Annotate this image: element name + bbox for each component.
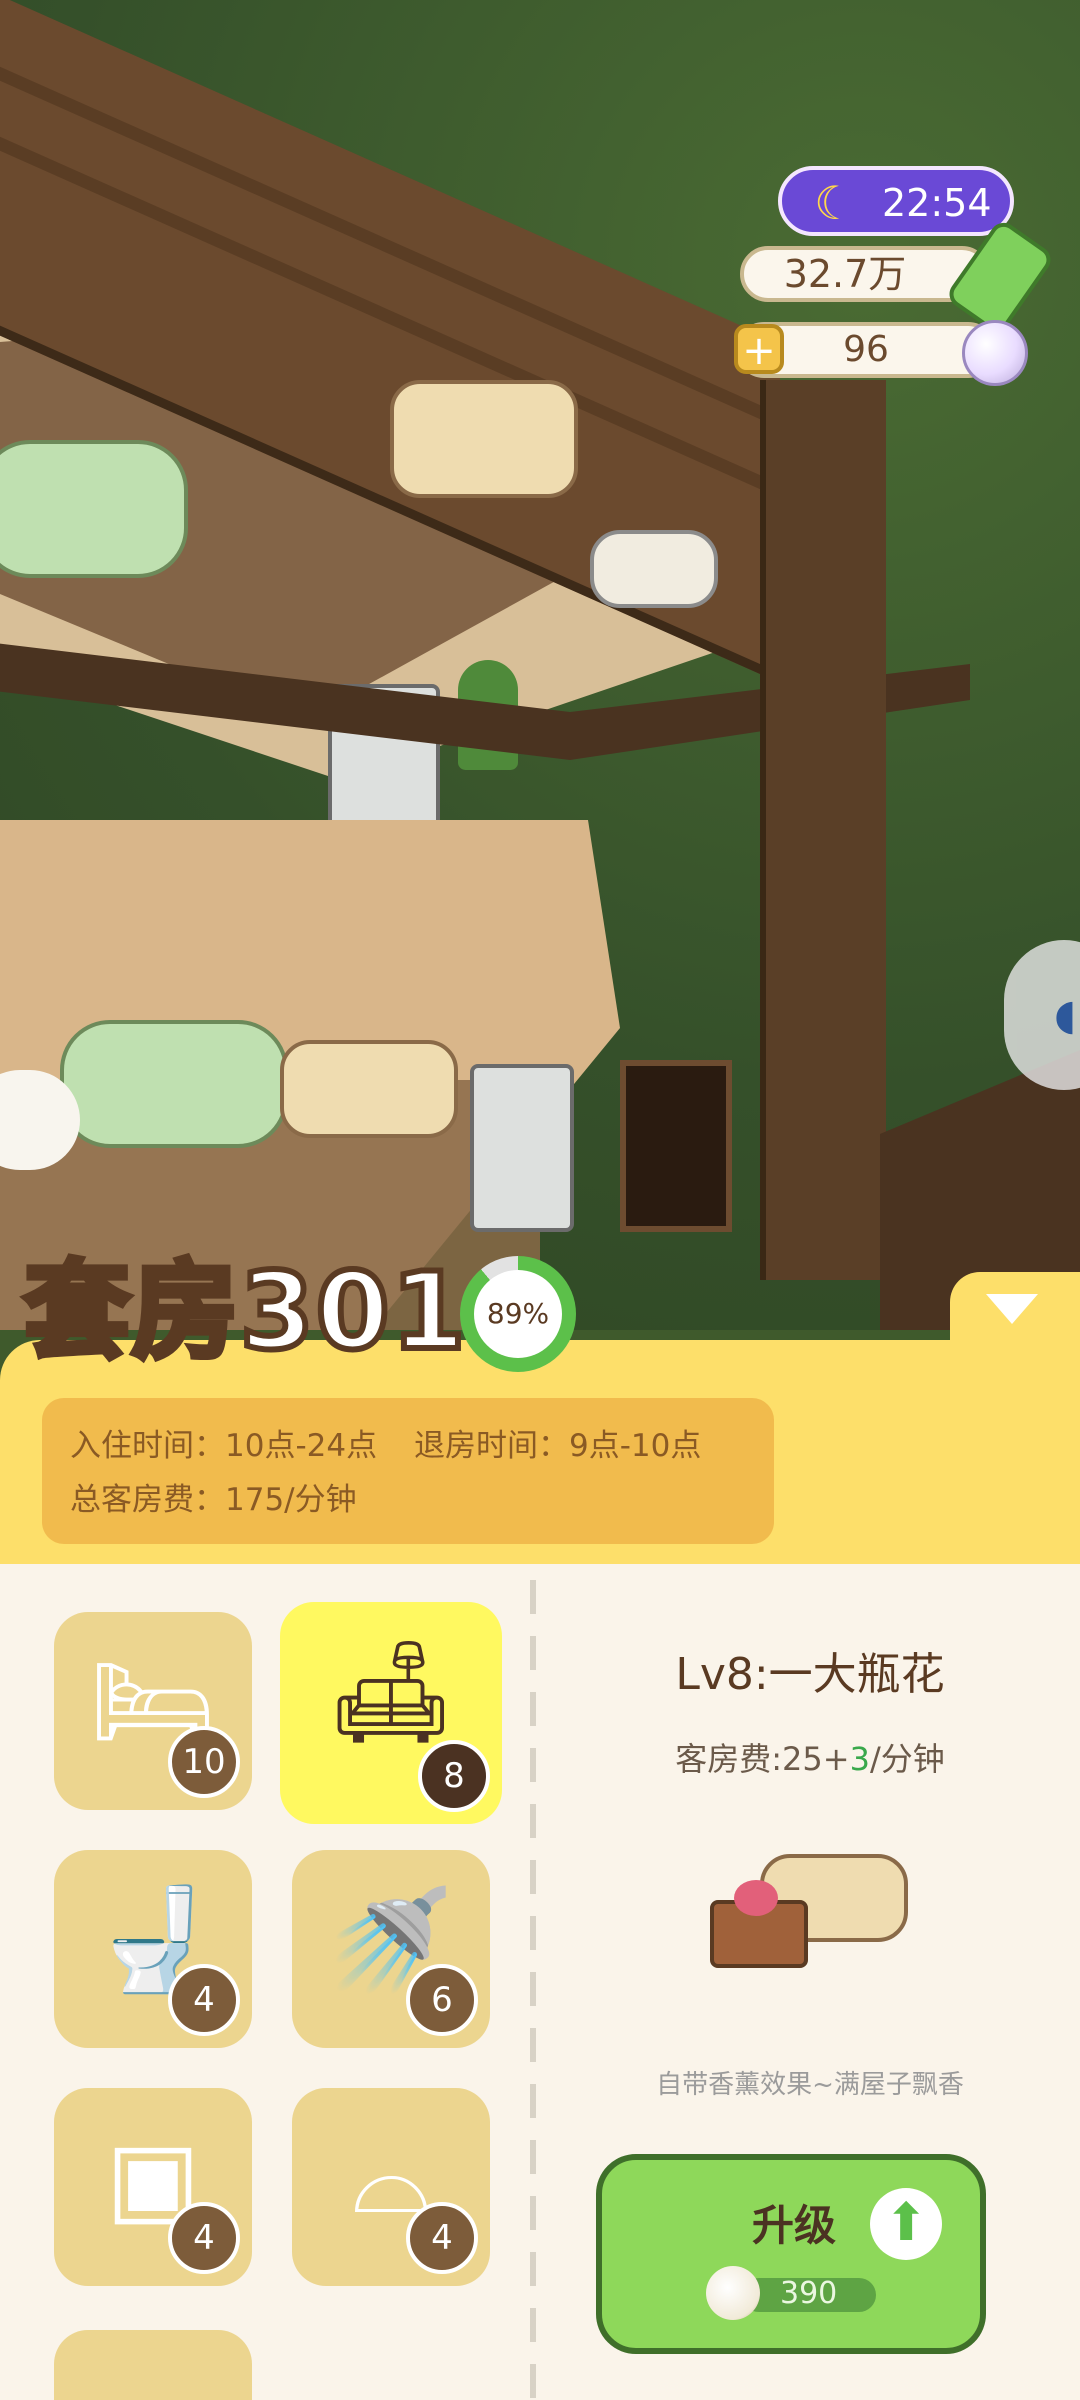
category-count: 4 bbox=[168, 1964, 240, 2036]
fee-prefix: 客房费:25+ bbox=[675, 1740, 850, 1778]
category-count: 8 bbox=[418, 1740, 490, 1812]
flower-vase-icon bbox=[734, 1880, 778, 1916]
game-time: 22:54 bbox=[882, 181, 992, 225]
doorway bbox=[620, 1060, 732, 1232]
checkout-time: 退房时间：9点-10点 bbox=[414, 1428, 702, 1464]
item-level-title: Lv8:一大瓶花 bbox=[675, 1649, 945, 1700]
fee-bonus: 3 bbox=[849, 1740, 870, 1778]
category-count: 10 bbox=[168, 1726, 240, 1798]
chevron-down-icon bbox=[986, 1294, 1038, 1324]
wooden-pillar bbox=[760, 380, 886, 1280]
moon-icon: ☾ bbox=[814, 176, 856, 230]
category-shower[interactable]: 🚿 6 bbox=[292, 1850, 490, 2048]
item-preview-image bbox=[700, 1850, 908, 1980]
add-pearls-button[interactable]: + bbox=[734, 324, 784, 374]
pearl-icon bbox=[962, 320, 1028, 386]
room-info-box: 入住时间：10点-24点 退房时间：9点-10点 总客房费：175/分钟 bbox=[42, 1398, 774, 1544]
occupancy-progress-ring: 89% bbox=[460, 1256, 576, 1372]
category-sink[interactable]: ⌓ 4 bbox=[292, 2088, 490, 2286]
disc-icon: ◖ bbox=[1054, 990, 1077, 1039]
sofa-lower[interactable] bbox=[280, 1040, 458, 1138]
category-count: 4 bbox=[168, 2202, 240, 2274]
panel-divider bbox=[530, 1580, 536, 2400]
pearl-value: 96 bbox=[843, 329, 889, 370]
category-count: 4 bbox=[406, 2202, 478, 2274]
fee-suffix: /分钟 bbox=[869, 1740, 945, 1778]
checkin-time: 入住时间：10点-24点 bbox=[70, 1428, 378, 1464]
bed-upper[interactable] bbox=[0, 440, 188, 578]
bed-lower[interactable] bbox=[60, 1020, 288, 1148]
fridge-lower[interactable] bbox=[470, 1064, 574, 1232]
sofa-upper[interactable] bbox=[390, 380, 578, 498]
collapse-panel-button[interactable] bbox=[950, 1272, 1080, 1352]
bathtub[interactable] bbox=[590, 530, 718, 608]
category-count: 6 bbox=[406, 1964, 478, 2036]
item-fee: 客房费:25+3/分钟 bbox=[540, 1734, 1080, 1780]
category-bed[interactable]: 🛏 10 bbox=[54, 1612, 252, 1810]
category-toilet[interactable]: 🚽 4 bbox=[54, 1850, 252, 2048]
upgrade-button[interactable]: 升级 ⬆ 390 bbox=[596, 2154, 986, 2354]
occupancy-percent: 89% bbox=[474, 1270, 562, 1358]
room-title: 套房301 bbox=[21, 1249, 468, 1375]
upgrade-cost: 390 bbox=[780, 2276, 838, 2311]
upgrade-label: 升级 bbox=[752, 2201, 837, 2250]
cotton-currency-icon bbox=[706, 2266, 760, 2320]
category-more[interactable] bbox=[54, 2330, 252, 2400]
item-description: 自带香薰效果~满屋子飘香 bbox=[656, 2070, 964, 2100]
category-sofa[interactable]: 🛋 8 bbox=[280, 1602, 502, 1824]
currency-value: 32.7万 bbox=[783, 252, 907, 296]
total-room-fee: 总客房费：175/分钟 bbox=[70, 1482, 357, 1518]
category-nightstand[interactable]: ▣ 4 bbox=[54, 2088, 252, 2286]
time-display: ☾ 22:54 bbox=[778, 166, 1014, 236]
arrow-up-icon: ⬆ bbox=[870, 2188, 942, 2260]
